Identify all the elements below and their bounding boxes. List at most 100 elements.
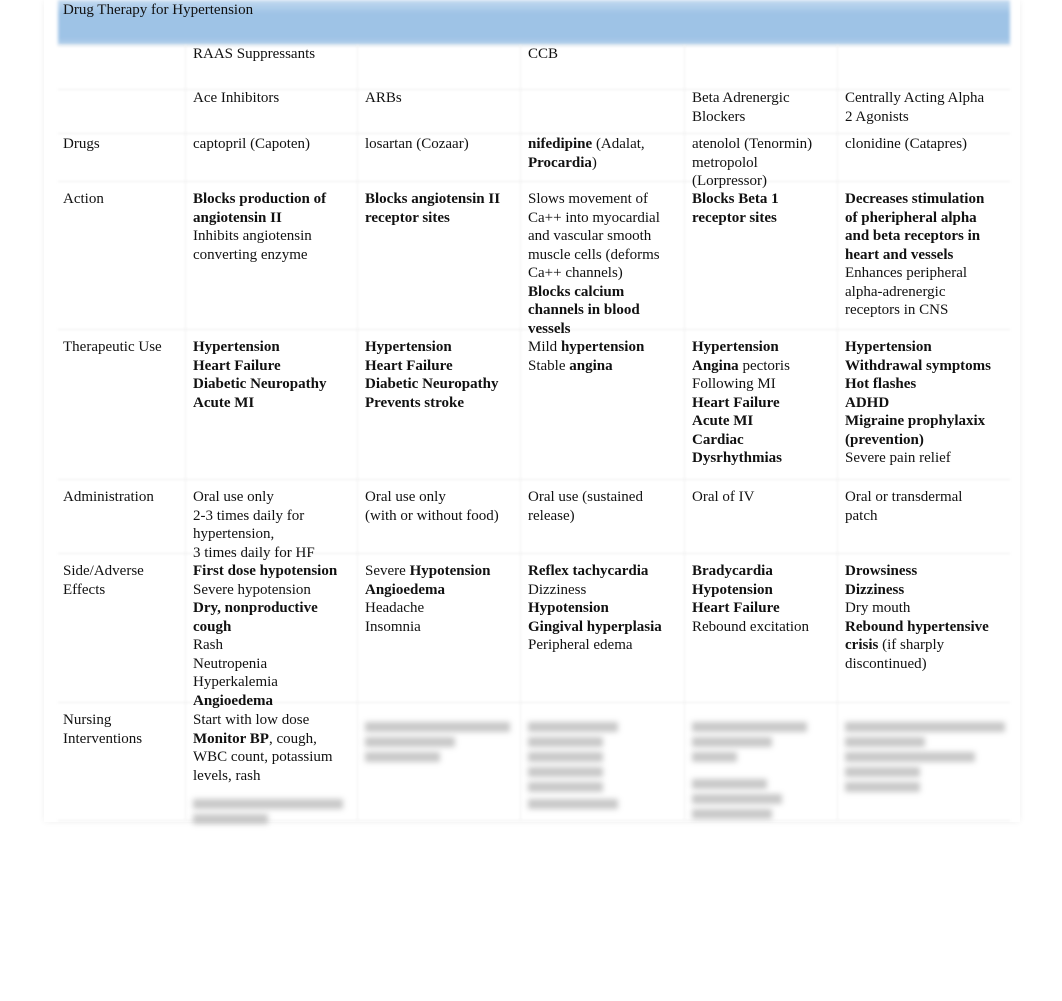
cell-line: crisis (if sharply [845, 636, 989, 655]
cell-line: Angina pectoris [692, 357, 790, 376]
column-divider [520, 45, 521, 820]
text-segment: pectoris [738, 357, 790, 374]
text-segment: Enhances peripheral [845, 265, 968, 281]
cell-line: Ca++ into myocardial [528, 209, 660, 228]
text-segment: Ca++ into myocardial [528, 209, 660, 226]
table-cell: Hypertension Heart Failure Diabetic Neurop… [365, 338, 498, 412]
text-segment: Dizziness [528, 581, 587, 598]
cell-line: Centrally Acting Alpha [845, 89, 984, 108]
text-segment: Drowsiness [845, 563, 918, 579]
cell-line: Withdrawal symptoms [845, 357, 991, 376]
text-segment: Headache [365, 600, 425, 616]
text-segment: Hypotension [528, 600, 609, 616]
text-segment: Oral or transdermal [845, 489, 963, 505]
table-cell: Oral use (sustained release) [528, 488, 643, 525]
table-cell: Mild hypertension Stable angina [528, 338, 644, 375]
row-divider [58, 133, 1010, 134]
cell-line: Rebound hypertensive [845, 618, 989, 637]
cell-line: hypertension, [193, 525, 315, 544]
text-segment: Hot flashes [845, 376, 917, 392]
row-divider [58, 479, 1010, 480]
text-segment: Following MI [692, 376, 776, 392]
text-segment: Interventions [63, 730, 143, 747]
text-segment: Ca++ channels) [528, 265, 623, 281]
row-label: Therapeutic Use [63, 338, 162, 357]
table-cell: Drowsiness Dizziness Dry mouth Rebound hype… [845, 562, 989, 673]
table-cell: Bradycardia Hypotension Heart Failure Rebou… [692, 562, 809, 636]
table-cell: Hypertension Heart Failure Diabetic Neurop… [193, 338, 326, 412]
column-divider [837, 45, 838, 820]
cell-line: Oral or transdermal [845, 488, 962, 507]
cell-line: Severe Hypotension [365, 562, 490, 581]
table-cell: Oral use only (with or without food) [365, 488, 499, 525]
cell-line: Blocks angiotensin II [365, 190, 500, 209]
cell-line: ADHD [845, 394, 991, 413]
table-cell: Oral of IV [692, 488, 754, 507]
text-segment: captopril (Capoten) [193, 136, 311, 152]
text-segment: First dose hypotension [193, 563, 338, 579]
cell-line: Angioedema [365, 581, 490, 600]
cell-line: Heart Failure [692, 599, 809, 618]
cell-line: Neutropenia [193, 655, 337, 674]
cell-line: Cardiac [692, 431, 790, 450]
table-cell: captopril (Capoten) [193, 135, 310, 154]
cell-line: Diabetic Neuropathy [365, 375, 498, 394]
text-segment: Oral use only [365, 489, 446, 505]
cell-line: angiotensin II [193, 209, 326, 228]
table-cell: Start with low dose Monitor BP, cough, WBC… [193, 711, 333, 785]
column-divider [185, 45, 186, 820]
text-segment: Rebound hypertensive [845, 618, 989, 635]
text-segment: Severe hypotension [193, 581, 311, 598]
text-segment: patch [845, 507, 878, 524]
cell-line: alpha-adrenergic [845, 283, 984, 302]
text-segment: Diabetic Neuropathy [365, 376, 499, 392]
text-segment: Dry, nonproductive [193, 600, 318, 616]
text-segment: muscle cells (deforms [528, 246, 660, 263]
text-segment: Oral use (sustained [528, 489, 643, 505]
cell-line: metropolol [692, 154, 812, 173]
cell-line: converting enzyme [193, 246, 326, 265]
text-segment: ) [591, 154, 597, 171]
text-segment: Rash [193, 637, 223, 653]
table-cell: Oral or transdermal patch [845, 488, 962, 525]
cell-line: captopril (Capoten) [193, 135, 310, 154]
cell-line: Dizziness [845, 581, 989, 600]
table-cell: Blocks production of angiotensin II Inhibi… [193, 190, 326, 264]
text-segment: Neutropenia [193, 655, 268, 672]
text-segment: (Adalat, [592, 136, 645, 152]
table-cell: Slows movement of Ca++ into myocardial and… [528, 190, 660, 338]
cell-line: CCB [528, 45, 558, 64]
column-divider [357, 45, 358, 820]
cell-line: Hypertension [845, 338, 991, 357]
cell-line: Enhances peripheral [845, 264, 984, 283]
cell-line: First dose hypotension [193, 562, 337, 581]
cell-line: clonidine (Catapres) [845, 135, 967, 154]
cell-line: Heart Failure [193, 357, 326, 376]
text-segment: Drugs [63, 136, 100, 152]
cell-line: Severe hypotension [193, 581, 337, 600]
cell-line: Acute MI [193, 394, 326, 413]
text-segment: Hypotension [692, 581, 773, 598]
text-segment: Blocks angiotensin II [365, 191, 501, 207]
cell-line: Rebound excitation [692, 618, 809, 637]
text-segment: Heart Failure [193, 357, 281, 374]
cell-line: Dry mouth [845, 599, 989, 618]
cell-line: Hypotension [528, 599, 662, 618]
text-segment: Angioedema [365, 581, 445, 598]
text-segment: Angioedema [193, 692, 273, 709]
cell-line: of pheripheral alpha [845, 209, 984, 228]
text-segment: ARBs [365, 90, 402, 106]
text-segment: Bradycardia [692, 563, 773, 579]
text-segment: (if sharply [878, 637, 945, 653]
cell-line: discontinued) [845, 655, 989, 674]
text-segment: Hypertension [692, 339, 779, 355]
cell-line: Action [63, 190, 104, 209]
text-segment: Monitor BP [193, 730, 269, 747]
text-segment: RAAS Suppressants [193, 46, 316, 62]
text-segment: Centrally Acting Alpha [845, 90, 985, 106]
text-segment: Hypertension [193, 339, 280, 355]
text-segment: heart and vessels [845, 246, 954, 263]
table-cell: Blocks angiotensin II receptor sites [365, 190, 500, 227]
obscured-text [365, 722, 510, 732]
text-segment: Blocks production of [193, 191, 327, 207]
